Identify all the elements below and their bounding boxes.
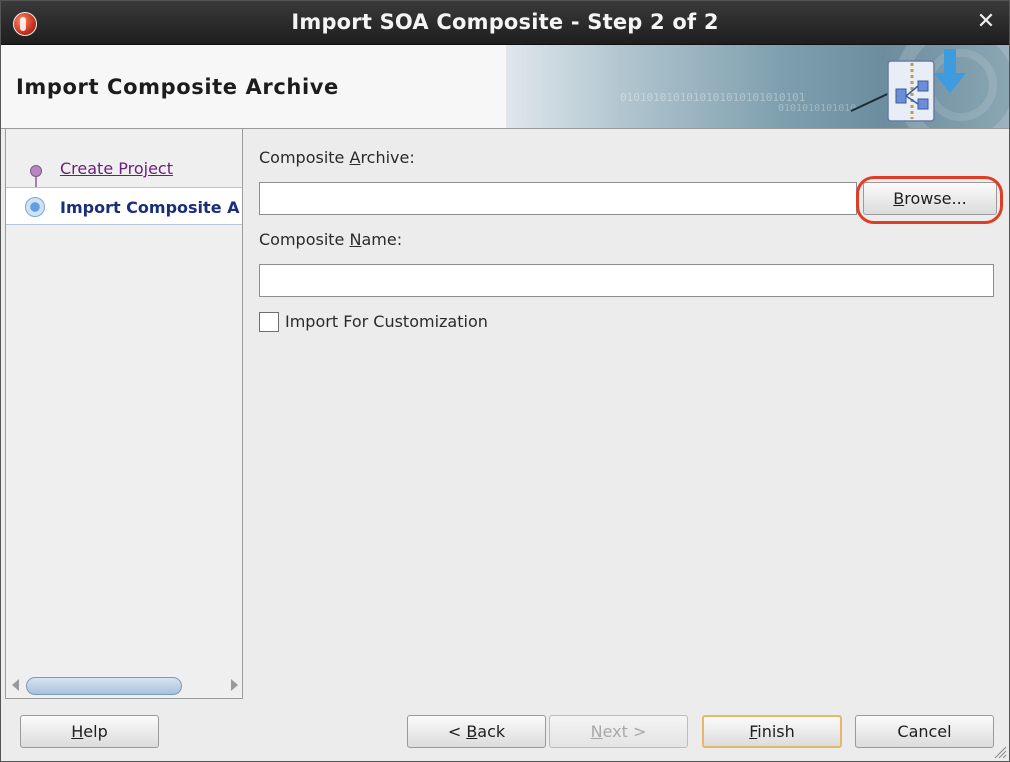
import-for-customization-label[interactable]: Import For Customization [285,312,488,331]
title-bar[interactable]: Import SOA Composite - Step 2 of 2 ✕ [1,1,1009,45]
form-area: Composite Archive: Browse... Composite N… [244,129,1009,699]
step-create-project[interactable]: Create Project [60,159,173,178]
window-title: Import SOA Composite - Step 2 of 2 [291,10,719,34]
import-for-customization-checkbox[interactable] [259,312,279,332]
button-text: < [447,722,467,741]
label-mnemonic: N [349,230,362,249]
button-mnemonic: B [466,722,478,741]
banner-graphic: 0101010101010101010101010101 01010101010… [506,45,1009,128]
step-current-icon [25,197,45,217]
banner-binary-2: 0101010101010 [778,103,856,114]
step-import-composite-archive[interactable]: Import Composite A [6,187,242,225]
composite-name-input[interactable] [259,264,994,297]
steps-horizontal-scrollbar[interactable] [10,677,240,695]
label-text: Composite [259,230,350,249]
cancel-button[interactable]: Cancel [855,715,994,748]
import-soa-composite-dialog: Import SOA Composite - Step 2 of 2 ✕ Imp… [0,0,1010,762]
button-text: ack [477,722,506,741]
button-mnemonic: N [590,722,603,741]
resize-grip-icon[interactable] [993,745,1007,759]
back-button[interactable]: < Back [407,715,546,748]
composite-archive-label: Composite Archive: [259,148,415,167]
scroll-left-icon[interactable] [12,679,19,691]
button-text: ext > [602,722,647,741]
button-text: elp [83,722,108,741]
composite-name-label: Composite Name: [259,230,402,249]
label-mnemonic: A [349,148,361,167]
step-current-label: Import Composite A [60,198,240,217]
label-text: Composite [259,148,350,167]
scrollbar-thumb[interactable] [26,677,182,695]
button-mnemonic: B [893,189,905,208]
close-icon[interactable]: ✕ [975,11,997,33]
composite-archive-input[interactable] [259,182,857,215]
button-mnemonic: H [71,722,84,741]
page-title: Import Composite Archive [16,75,339,99]
wizard-steps-panel: Create Project Import Composite A [5,129,243,699]
label-text: ame: [361,230,403,249]
button-text: rowse... [904,189,967,208]
header-banner: Import Composite Archive 010101010101010… [1,45,1009,129]
scroll-right-icon[interactable] [231,679,238,691]
browse-button[interactable]: Browse... [863,182,997,215]
banner-art-svg: 0101010101010101010101010101 01010101010… [620,45,1009,128]
button-text: inish [757,722,795,741]
step-visited-icon [30,165,42,177]
next-button[interactable]: Next > [549,715,688,748]
label-text: rchive: [360,148,415,167]
finish-button[interactable]: Finish [702,715,842,748]
help-button[interactable]: Help [20,715,159,748]
